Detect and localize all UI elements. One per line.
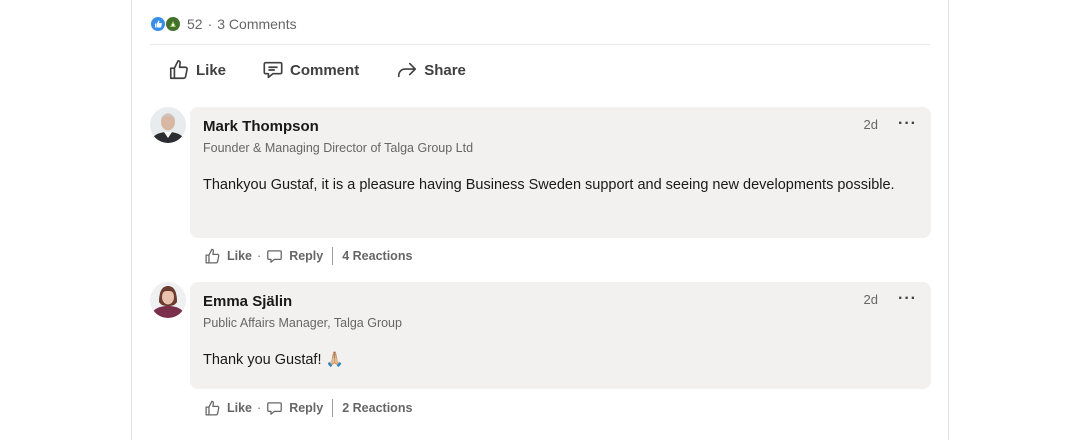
divider bbox=[332, 247, 334, 265]
comment-like-button[interactable]: Like bbox=[204, 248, 252, 265]
comment-button[interactable]: Comment bbox=[262, 59, 359, 81]
comment-time: 2d bbox=[863, 117, 878, 132]
author-name[interactable]: Emma Själin bbox=[203, 293, 918, 311]
like-label: Like bbox=[196, 61, 227, 79]
post-card: 52 · 3 Comments Like Comment Share Mark … bbox=[131, 0, 949, 440]
reply-button[interactable]: Reply bbox=[266, 400, 323, 417]
comment-actions: Like · Reply 2 Reactions bbox=[204, 399, 412, 417]
like-button[interactable]: Like bbox=[168, 59, 226, 81]
comments-count[interactable]: 3 Comments bbox=[217, 16, 296, 32]
thumbs-up-icon bbox=[205, 248, 220, 264]
author-headline: Public Affairs Manager, Talga Group bbox=[203, 316, 402, 330]
more-options-icon[interactable]: ··· bbox=[898, 115, 917, 133]
thumbs-up-icon bbox=[169, 60, 188, 80]
share-icon bbox=[398, 62, 417, 78]
share-button[interactable]: Share bbox=[396, 59, 466, 81]
celebrate-icon bbox=[165, 16, 181, 32]
comment-time: 2d bbox=[863, 292, 878, 307]
separator: · bbox=[257, 249, 262, 263]
divider bbox=[150, 44, 930, 45]
divider bbox=[332, 399, 334, 417]
reply-button[interactable]: Reply bbox=[266, 248, 323, 265]
reaction-count[interactable]: 52 bbox=[187, 16, 203, 32]
like-label: Like bbox=[227, 401, 253, 415]
thumbs-up-icon bbox=[205, 400, 220, 416]
avatar[interactable] bbox=[150, 282, 186, 318]
comment-icon bbox=[267, 401, 283, 415]
author-name[interactable]: Mark Thompson bbox=[203, 118, 918, 136]
reply-label: Reply bbox=[289, 249, 324, 263]
comment-icon bbox=[267, 249, 283, 263]
comment-text: Thank you Gustaf! 🙏🏼 bbox=[203, 352, 344, 368]
reactions-count[interactable]: 2 Reactions bbox=[342, 401, 412, 415]
separator: · bbox=[257, 401, 262, 415]
avatar[interactable] bbox=[150, 107, 186, 143]
author-headline: Founder & Managing Director of Talga Gro… bbox=[203, 141, 474, 155]
share-label: Share bbox=[424, 61, 466, 79]
comment-actions: Like · Reply 4 Reactions bbox=[204, 247, 412, 265]
separator: · bbox=[207, 16, 213, 32]
reaction-icons bbox=[150, 16, 181, 32]
comment-like-button[interactable]: Like bbox=[204, 400, 252, 417]
post-actions: Like Comment Share bbox=[150, 52, 466, 88]
reactions-count[interactable]: 4 Reactions bbox=[342, 249, 412, 263]
comment-bubble: Mark Thompson Founder & Managing Directo… bbox=[190, 107, 931, 238]
comment-label: Comment bbox=[290, 61, 360, 79]
reply-label: Reply bbox=[289, 401, 324, 415]
social-counts[interactable]: 52 · 3 Comments bbox=[150, 14, 297, 34]
like-label: Like bbox=[227, 249, 253, 263]
comment-bubble: Emma Själin Public Affairs Manager, Talg… bbox=[190, 282, 931, 389]
comment-text: Thankyou Gustaf, it is a pleasure having… bbox=[203, 177, 895, 193]
more-options-icon[interactable]: ··· bbox=[898, 290, 917, 308]
like-icon bbox=[150, 16, 166, 32]
comment-icon bbox=[263, 61, 283, 79]
